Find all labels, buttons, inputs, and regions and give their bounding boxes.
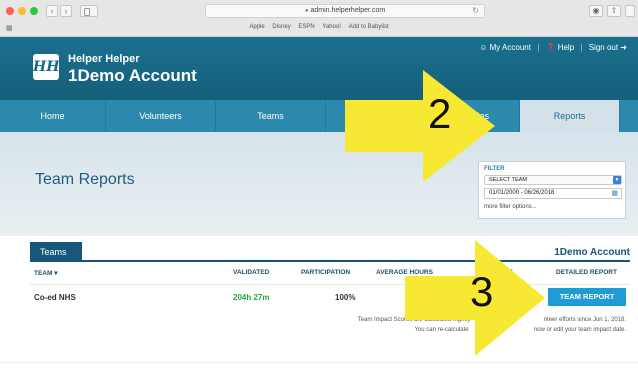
- column-team[interactable]: TEAM ▾: [34, 269, 57, 277]
- team-report-button[interactable]: TEAM REPORT: [548, 288, 626, 306]
- annotation-arrow-2: [345, 70, 495, 182]
- my-account-link[interactable]: ☺ My Account: [479, 43, 531, 52]
- bookmark-yahoo[interactable]: Yahoo!: [322, 24, 341, 30]
- app-header: HH Helper Helper 1Demo Account ☺ My Acco…: [0, 37, 638, 100]
- user-icon: ☺: [479, 43, 488, 52]
- column-participation: PARTICIPATION: [301, 269, 351, 276]
- page-title: Team Reports: [35, 171, 135, 188]
- help-link[interactable]: ❓ Help: [546, 43, 575, 52]
- select-team-dropdown[interactable]: SELECT TEAM ▼: [484, 175, 622, 185]
- divider: [0, 362, 638, 363]
- share-icon[interactable]: ⇧: [607, 5, 621, 17]
- close-window-button[interactable]: [6, 7, 14, 15]
- team-name[interactable]: Co-ed NHS: [34, 293, 76, 302]
- top-links: ☺ My Account | ❓ Help | Sign out ➜: [478, 43, 628, 52]
- divider: |: [537, 43, 540, 52]
- bookmarks-bar: Apple Disney ESPN Yahoo! Add to Babylist: [0, 24, 638, 30]
- sign-out-icon: ➜: [620, 43, 627, 52]
- chevron-down-icon: ▼: [613, 176, 621, 184]
- forward-icon[interactable]: ›: [60, 5, 72, 17]
- back-icon[interactable]: ‹: [46, 5, 58, 17]
- divider: |: [580, 43, 583, 52]
- minimize-window-button[interactable]: [18, 7, 26, 15]
- help-label: Help: [557, 43, 575, 52]
- bookmark-babylist[interactable]: Add to Babylist: [349, 24, 389, 30]
- column-validated: VALIDATED: [233, 269, 270, 276]
- date-range-input[interactable]: 01/01/2000 - 06/26/2018 ▦: [484, 188, 622, 199]
- date-range-value: 01/01/2000 - 06/26/2018: [489, 190, 555, 196]
- tabs-icon[interactable]: [625, 5, 635, 17]
- sidebar-toggle-icon[interactable]: [80, 5, 98, 17]
- url-text: admin.helperhelper.com: [310, 7, 386, 14]
- my-account-label: My Account: [489, 43, 531, 52]
- footnote-text: nteer efforts since Jun 1, 2018.: [543, 317, 626, 323]
- helper-helper-logo[interactable]: HH: [33, 54, 59, 80]
- annotation-number-2: 2: [428, 90, 452, 137]
- bookmark-espn[interactable]: ESPN: [298, 24, 314, 30]
- column-detailed-report: DETAILED REPORT: [556, 269, 617, 276]
- account-name: 1Demo Account: [68, 66, 197, 85]
- participation-value: 100%: [335, 293, 356, 302]
- zoom-window-button[interactable]: [30, 7, 38, 15]
- bookmark-disney[interactable]: Disney: [272, 24, 290, 30]
- validated-hours: 204h 27m: [233, 293, 270, 302]
- nav-home[interactable]: Home: [0, 100, 106, 132]
- page-hero: Team Reports FILTER SELECT TEAM ▼ 01/01/…: [0, 132, 638, 236]
- nav-reports[interactable]: Reports: [520, 100, 620, 132]
- sign-out-link[interactable]: Sign out ➜: [589, 43, 627, 52]
- sign-out-label: Sign out: [588, 43, 619, 52]
- bookmark-apple[interactable]: Apple: [249, 24, 264, 30]
- more-filter-options-link[interactable]: more filter options...: [484, 204, 537, 210]
- help-icon: ❓: [545, 43, 556, 52]
- tab-teams[interactable]: Teams: [30, 242, 82, 262]
- main-nav: Home Volunteers Teams O ities Reports: [0, 100, 638, 132]
- nav-volunteers[interactable]: Volunteers: [106, 100, 216, 132]
- annotation-number-3: 3: [470, 268, 494, 315]
- edit-impact-date-text[interactable]: now or edit your team impact date.: [534, 327, 626, 333]
- privacy-icon[interactable]: ◉: [589, 5, 603, 17]
- calendar-icon[interactable]: ▦: [611, 190, 618, 197]
- filter-panel: FILTER SELECT TEAM ▼ 01/01/2000 - 06/26/…: [478, 161, 626, 219]
- brand-name: Helper Helper: [68, 53, 140, 65]
- lock-icon: ●: [304, 8, 309, 14]
- address-bar[interactable]: ● admin.helperhelper.com ↻: [205, 4, 485, 18]
- nav-teams[interactable]: Teams: [216, 100, 326, 132]
- account-label: 1Demo Account: [554, 247, 630, 258]
- browser-chrome: ‹ › ● admin.helperhelper.com ↻ ◉ ⇧ ▦ Appl…: [0, 0, 638, 37]
- reload-icon[interactable]: ↻: [472, 5, 479, 17]
